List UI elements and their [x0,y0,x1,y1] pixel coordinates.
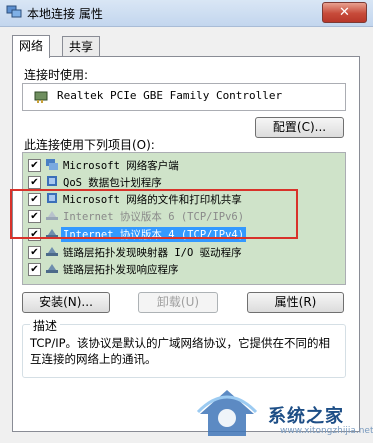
close-button[interactable]: ✕ [322,2,367,23]
watermark-text: 系统之家 [268,406,344,427]
install-button[interactable]: 安装(N)... [22,292,110,313]
checkbox[interactable]: ✔ [28,246,41,259]
highlight-box [10,189,298,239]
title-bar: 本地连接 属性 ✕ [0,0,373,27]
item-label: 链路层拓扑发现响应程序 [63,264,179,276]
checkbox[interactable]: ✔ [28,176,41,189]
network-connection-icon [6,5,22,18]
tab-share[interactable]: 共享 [62,36,101,57]
adapter-field: Realtek PCIe GBE Family Controller [22,83,346,111]
watermark-url: www.xitongzhijia.net [280,426,373,436]
item-label: 链路层拓扑发现映射器 I/O 驱动程序 [63,247,242,259]
description-title: 描述 [30,317,61,334]
protocol-icon [46,264,58,273]
protocol-icon [46,247,58,256]
list-item[interactable]: ✔ 链路层拓扑发现响应程序 [23,261,345,277]
client-icon [46,159,58,170]
list-item[interactable]: ✔ QoS 数据包计划程序 [23,174,345,190]
list-item[interactable]: ✔ 链路层拓扑发现映射器 I/O 驱动程序 [23,244,345,260]
uninstall-button[interactable]: 卸载(U) [138,292,218,313]
tab-network[interactable]: 网络 [12,35,51,58]
connect-using-label: 连接时使用: [24,68,89,82]
items-label: 此连接使用下列项目(O): [24,138,155,152]
checkbox[interactable]: ✔ [28,159,41,172]
watermark: 系统之家 www.xitongzhijia.net [180,378,373,443]
checkbox[interactable]: ✔ [28,263,41,276]
item-label: Microsoft 网络客户端 [63,160,179,172]
network-adapter-icon [34,91,48,103]
item-label: QoS 数据包计划程序 [63,177,162,189]
adapter-name: Realtek PCIe GBE Family Controller [57,89,283,102]
description-text: TCP/IP。该协议是默认的广域网络协议，它提供在不同的相互连接的网络上的通讯。 [30,336,331,366]
configure-button[interactable]: 配置(C)... [255,117,344,138]
watermark-logo-icon [196,390,258,436]
window-title: 本地连接 属性 [27,7,103,21]
service-icon [47,176,57,186]
properties-button[interactable]: 属性(R) [247,292,344,313]
list-item[interactable]: ✔ Microsoft 网络客户端 [23,157,345,173]
